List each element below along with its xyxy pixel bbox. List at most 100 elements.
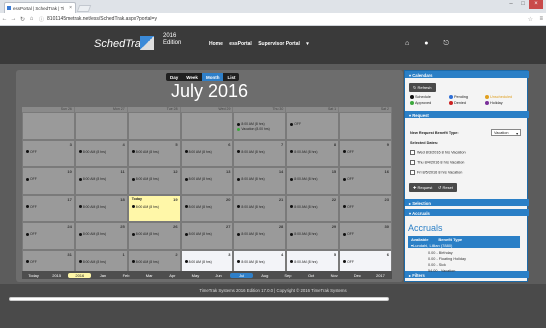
calendar-event[interactable]: 8:00 AM (8 hrs) <box>78 260 106 264</box>
calendar-event[interactable]: 8:00 AM (8 hrs) <box>78 150 106 154</box>
url-field[interactable]: ⓘ 8101145metrak.net/ess/SchedTrak.aspx?p… <box>39 16 479 23</box>
calendar-event[interactable]: 8:00 AM (8 hrs) <box>184 150 212 154</box>
calendar-event[interactable]: 8:00 AM (8 hrs) <box>237 122 265 126</box>
day-cell[interactable]: 16 OFF <box>339 167 392 195</box>
request-button[interactable]: ✚ Request <box>409 183 437 192</box>
close-window-icon[interactable]: × <box>529 0 543 9</box>
calendar-event[interactable]: OFF <box>26 177 37 181</box>
new-tab-button[interactable] <box>76 5 92 12</box>
accruals-employee-row[interactable]: ▾ Lundahl, Lillian (7880) <box>408 242 520 248</box>
calendar-event[interactable]: 8:00 AM (8 hrs) <box>237 177 265 181</box>
timeline-item[interactable]: Dec <box>346 273 369 278</box>
day-cell[interactable]: 9 OFF <box>339 139 392 167</box>
calendar-event[interactable]: 8:00 AM (8 hrs) <box>184 177 212 181</box>
day-cell[interactable]: 17 OFF <box>22 194 75 222</box>
home-icon[interactable]: ⌂ <box>405 40 409 47</box>
minimize-icon[interactable]: – <box>505 0 517 9</box>
day-cell[interactable]: 8 8:00 AM (8 hrs) <box>286 139 340 167</box>
day-cell[interactable]: 29 8:00 AM (8 hrs) <box>286 222 340 250</box>
view-month-button[interactable]: Month <box>201 73 224 81</box>
calendar-event[interactable]: 8:00 AM (8 hrs) <box>78 232 106 236</box>
calendar-event[interactable]: 8:00 AM (8 hrs) <box>78 177 106 181</box>
forward-icon[interactable]: → <box>9 16 18 22</box>
nav-essportal[interactable]: essPortal <box>229 41 252 47</box>
calendar-event[interactable]: 8:00 AM (8 hrs) <box>290 177 317 181</box>
brand-name[interactable]: SchedTrak <box>94 38 146 50</box>
day-cell[interactable] <box>127 112 181 140</box>
calendar-event[interactable]: 8:00 AM (8 hrs) <box>131 232 159 236</box>
view-week-button[interactable]: Week <box>182 73 202 81</box>
timeline-today[interactable]: Today <box>22 273 45 278</box>
date-checkbox[interactable] <box>410 170 415 175</box>
calendar-event[interactable]: OFF <box>290 122 301 126</box>
calendar-event[interactable]: OFF <box>26 150 37 154</box>
nav-home[interactable]: Home <box>209 41 223 47</box>
accruals-section-header[interactable]: ▾ Accruals <box>405 209 529 216</box>
view-list-button[interactable]: List <box>223 73 240 81</box>
browser-tab[interactable]: essPortal | SchedTrak | Ti × <box>4 2 76 13</box>
user-icon[interactable]: ● <box>424 40 428 47</box>
browser-menu-icon[interactable]: ≡ <box>539 16 543 22</box>
day-cell[interactable]: 5 8:00 AM (8 hrs) <box>127 139 181 167</box>
nav-supervisor-portal[interactable]: Supervisor Portal ▾ <box>258 41 314 47</box>
view-day-button[interactable]: Day <box>166 73 183 81</box>
reset-button[interactable]: ↺ Reset <box>434 183 457 192</box>
timeline-item[interactable]: Aug <box>253 273 276 278</box>
calendars-section-header[interactable]: ▾ Calendars <box>405 71 529 78</box>
calendar-event[interactable]: OFF <box>343 177 354 181</box>
day-cell[interactable]: 21 8:00 AM (8 hrs) <box>233 194 287 222</box>
horizontal-scrollbar[interactable] <box>9 297 389 301</box>
reload-icon[interactable]: ↻ <box>18 16 27 23</box>
day-cell[interactable] <box>22 112 75 140</box>
calendar-event[interactable]: OFF <box>26 205 37 209</box>
day-cell[interactable]: 6 8:00 AM (8 hrs) <box>180 139 234 167</box>
timeline-item[interactable]: Jun <box>207 273 230 278</box>
day-cell[interactable]: 4 8:00 AM (8 hrs) <box>74 139 128 167</box>
timeline-item[interactable]: 2015 <box>45 273 68 278</box>
timeline-item[interactable]: Mar <box>138 273 161 278</box>
calendar-event[interactable]: OFF <box>343 232 354 236</box>
calendar-event[interactable]: 8:00 AM (8 hrs) <box>131 177 159 181</box>
calendar-event[interactable]: 8:00 AM (8 hrs) <box>237 205 265 209</box>
day-cell[interactable] <box>180 112 234 140</box>
day-cell[interactable]: 19 Today 8:00 AM (8 hrs) <box>127 194 181 222</box>
day-cell[interactable]: 20 8:00 AM (8 hrs) <box>180 194 234 222</box>
calendar-event[interactable]: 8:00 AM (8 hrs) <box>290 205 317 209</box>
calendar-event[interactable]: 8:00 AM (8 hrs) <box>237 232 265 236</box>
timeline-item[interactable]: Jul <box>230 272 254 278</box>
day-cell[interactable]: 15 8:00 AM (8 hrs) <box>286 167 340 195</box>
timeline-item[interactable]: 2017 <box>369 273 392 278</box>
day-cell[interactable]: 25 8:00 AM (8 hrs) <box>74 222 128 250</box>
day-cell[interactable] <box>339 112 392 140</box>
calendar-event[interactable]: 8:00 AM (8 hrs) <box>184 205 212 209</box>
day-cell[interactable]: 28 8:00 AM (8 hrs) <box>233 222 287 250</box>
day-cell[interactable]: 26 8:00 AM (8 hrs) <box>127 222 181 250</box>
timeline-item[interactable]: Jan <box>91 273 114 278</box>
calendar-event[interactable]: 8:00 AM (8 hrs) <box>131 150 159 154</box>
day-cell[interactable]: 22 8:00 AM (8 hrs) <box>286 194 340 222</box>
timeline-item[interactable]: Oct <box>300 273 323 278</box>
maximize-icon[interactable]: □ <box>517 0 529 9</box>
timeline-item[interactable]: Apr <box>161 273 184 278</box>
calendar-event[interactable]: 8:00 AM (8 hrs) <box>237 260 265 264</box>
day-cell[interactable] <box>74 112 128 140</box>
day-cell[interactable]: 10 OFF <box>22 167 75 195</box>
request-section-header[interactable]: ▾ Request <box>405 111 529 118</box>
selected-date-item[interactable]: Wed 8/3/2016 8 hrs Vacation <box>410 150 466 155</box>
calendar-event-vacation[interactable]: Vacation (8.00 hrs) <box>237 127 270 131</box>
refresh-button[interactable]: ↻ Refresh <box>409 83 436 92</box>
day-cell[interactable]: 11 8:00 AM (8 hrs) <box>74 167 128 195</box>
selected-date-item[interactable]: Thu 8/4/2016 8 hrs Vacation <box>410 160 464 165</box>
timeline-item[interactable]: Feb <box>115 273 138 278</box>
timeline-item[interactable]: 2016 <box>68 272 92 278</box>
calendar-event[interactable]: OFF <box>26 260 37 264</box>
page-info-icon[interactable]: ⓘ <box>39 16 44 23</box>
day-cell[interactable]: 12 8:00 AM (8 hrs) <box>127 167 181 195</box>
day-cell[interactable]: 24 OFF <box>22 222 75 250</box>
calendar-event[interactable]: OFF <box>343 150 354 154</box>
calendar-event[interactable]: OFF <box>343 205 354 209</box>
selected-date-item[interactable]: Fri 8/5/2016 8 hrs Vacation <box>410 170 462 175</box>
day-cell[interactable]: 13 8:00 AM (8 hrs) <box>180 167 234 195</box>
calendar-event[interactable]: 8:00 AM (8 hrs) <box>290 260 317 264</box>
calendar-event[interactable]: 8:00 AM (8 hrs) <box>131 260 159 264</box>
